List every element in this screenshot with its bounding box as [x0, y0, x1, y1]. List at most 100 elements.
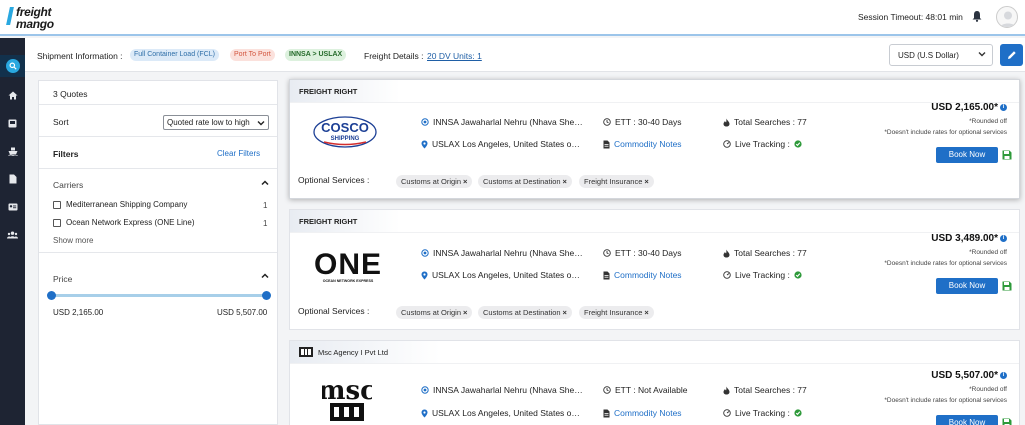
bell-icon[interactable] [972, 10, 982, 22]
svg-text:SHIPPING: SHIPPING [331, 136, 360, 142]
provider-header: Msc Agency I Pvt Ltd [290, 341, 440, 363]
sidebar-item-users[interactable] [0, 224, 25, 246]
remove-tag-icon[interactable]: × [644, 177, 648, 186]
rounded-note: *Rounded off [969, 386, 1007, 393]
sidebar-item-inbox[interactable] [0, 112, 25, 134]
live-tracking-label: Live Tracking : [735, 139, 790, 149]
optional-service-tag[interactable]: Customs at Origin × [396, 306, 473, 319]
fire-icon [723, 386, 730, 394]
live-tracking-field: Live Tracking : [723, 408, 806, 418]
document-icon [603, 409, 610, 417]
logo-stripe [6, 7, 14, 25]
info-icon[interactable]: i [1000, 104, 1007, 111]
carriers-label: Carriers [53, 180, 84, 190]
remove-tag-icon[interactable]: × [563, 308, 567, 317]
price-slider-track[interactable] [51, 294, 266, 297]
remove-tag-icon[interactable]: × [563, 177, 567, 186]
carrier-option[interactable]: Mediterranean Shipping Company [53, 200, 187, 209]
id-card-icon [8, 203, 17, 211]
provider-name: Msc Agency I Pvt Ltd [318, 347, 389, 357]
quote-card: FREIGHT RIGHT ONE OCEAN NETWORK EXPRESS … [289, 209, 1020, 330]
optional-service-tag[interactable]: Customs at Destination × [478, 175, 572, 188]
optional-service-tag[interactable]: Customs at Destination × [478, 306, 572, 319]
tag-label: Customs at Origin [401, 177, 462, 186]
book-now-button[interactable]: Book Now [936, 278, 998, 294]
currency-select[interactable]: USD (U.S Dollar) [889, 44, 993, 66]
optional-service-tag[interactable]: Freight Insurance × [579, 306, 654, 319]
card-divider [290, 102, 1019, 103]
currency-value: USD (U.S Dollar) [898, 51, 959, 60]
show-more-link[interactable]: Show more [53, 236, 93, 245]
carrier-option[interactable]: Ocean Network Express (ONE Line) [53, 218, 195, 227]
book-now-button[interactable]: Book Now [936, 415, 998, 425]
inbox-icon [8, 119, 17, 127]
price-slider-min-handle[interactable] [46, 291, 56, 300]
commodity-notes-link[interactable]: Commodity Notes [614, 408, 682, 418]
document-icon [603, 140, 610, 148]
filter-panel: 3 Quotes Sort Quoted rate low to high Fi… [38, 80, 278, 425]
commodity-notes-field[interactable]: Commodity Notes [603, 139, 682, 149]
sidebar-item-search[interactable] [0, 55, 25, 77]
optional-rates-note: *Doesn't include rates for optional serv… [884, 397, 1007, 404]
service-type-badge: Port To Port [230, 49, 275, 61]
info-icon[interactable]: i [1000, 372, 1007, 379]
book-now-button[interactable]: Book Now [936, 147, 998, 163]
commodity-notes-link[interactable]: Commodity Notes [614, 270, 682, 280]
destination-field: USLAX Los Angeles, United States of Amer… [421, 270, 582, 280]
carrier-checkbox[interactable] [53, 200, 61, 209]
commodity-notes-field[interactable]: Commodity Notes [603, 408, 682, 418]
commodity-notes-field[interactable]: Commodity Notes [603, 270, 682, 280]
optional-services-label: Optional Services : [298, 175, 370, 185]
optional-service-tag[interactable]: Customs at Origin × [396, 175, 473, 188]
search-icon [8, 62, 17, 70]
clear-filters-link[interactable]: Clear Filters [217, 149, 260, 158]
load-type-badge: Full Container Load (FCL) [130, 49, 219, 61]
save-icon[interactable] [1002, 418, 1012, 425]
quote-price: USD 3,489.00* i [931, 233, 1007, 244]
svg-text:ONE: ONE [314, 248, 382, 281]
svg-text:OCEAN NETWORK EXPRESS: OCEAN NETWORK EXPRESS [323, 279, 374, 283]
shipment-info-label: Shipment Information : [37, 51, 123, 61]
info-icon[interactable]: i [1000, 235, 1007, 242]
remove-tag-icon[interactable]: × [463, 308, 467, 317]
remove-tag-icon[interactable]: × [463, 177, 467, 186]
sort-select[interactable]: Quoted rate low to high [163, 115, 269, 130]
user-avatar[interactable] [996, 6, 1018, 28]
sidebar-item-shipments[interactable] [0, 140, 25, 162]
sidebar-item-documents[interactable] [0, 168, 25, 190]
total-searches: Total Searches : 77 [734, 248, 807, 258]
freightmango-logo[interactable]: freight mango [6, 5, 68, 31]
destination-field: USLAX Los Angeles, United States of Amer… [421, 408, 582, 418]
collapse-carriers-icon[interactable] [261, 179, 269, 187]
quote-price: USD 2,165.00* i [931, 102, 1007, 113]
collapse-price-icon[interactable] [261, 272, 269, 280]
price-slider-max-handle[interactable] [261, 291, 271, 300]
carrier-name: Mediterranean Shipping Company [66, 200, 188, 209]
carrier-logo-msc: msc [318, 376, 376, 423]
tag-label: Customs at Destination [483, 308, 561, 317]
live-tracking-label: Live Tracking : [735, 270, 790, 280]
commodity-notes-link[interactable]: Commodity Notes [614, 139, 682, 149]
filters-label: Filters [53, 149, 79, 159]
price-value: USD 5,507.00* [931, 370, 998, 381]
users-icon [7, 231, 18, 239]
ett-field: ETT : Not Available [603, 385, 687, 395]
save-icon[interactable] [1002, 281, 1012, 291]
origin-field: INNSA Jawaharlal Nehru (Nhava Sheva), In… [421, 248, 583, 258]
check-circle-icon [794, 271, 802, 279]
sidebar-item-home[interactable] [0, 84, 25, 106]
msc-agency-logo-icon [299, 347, 313, 357]
tag-label: Freight Insurance [584, 308, 643, 317]
sidebar-item-contacts[interactable] [0, 196, 25, 218]
save-icon[interactable] [1002, 150, 1012, 160]
optional-service-tag[interactable]: Freight Insurance × [579, 175, 654, 188]
fire-icon [723, 118, 730, 126]
optional-services-label: Optional Services : [298, 306, 370, 316]
freight-details-link[interactable]: 20 DV Units: 1 [427, 51, 482, 61]
carrier-checkbox[interactable] [53, 218, 61, 227]
remove-tag-icon[interactable]: × [644, 308, 648, 317]
carrier-logo-cosco: COSCO SHIPPING [310, 113, 380, 153]
edit-search-button[interactable] [1000, 44, 1023, 66]
origin-field: INNSA Jawaharlal Nehru (Nhava Sheva), In… [421, 385, 583, 395]
sort-label: Sort [53, 117, 69, 127]
